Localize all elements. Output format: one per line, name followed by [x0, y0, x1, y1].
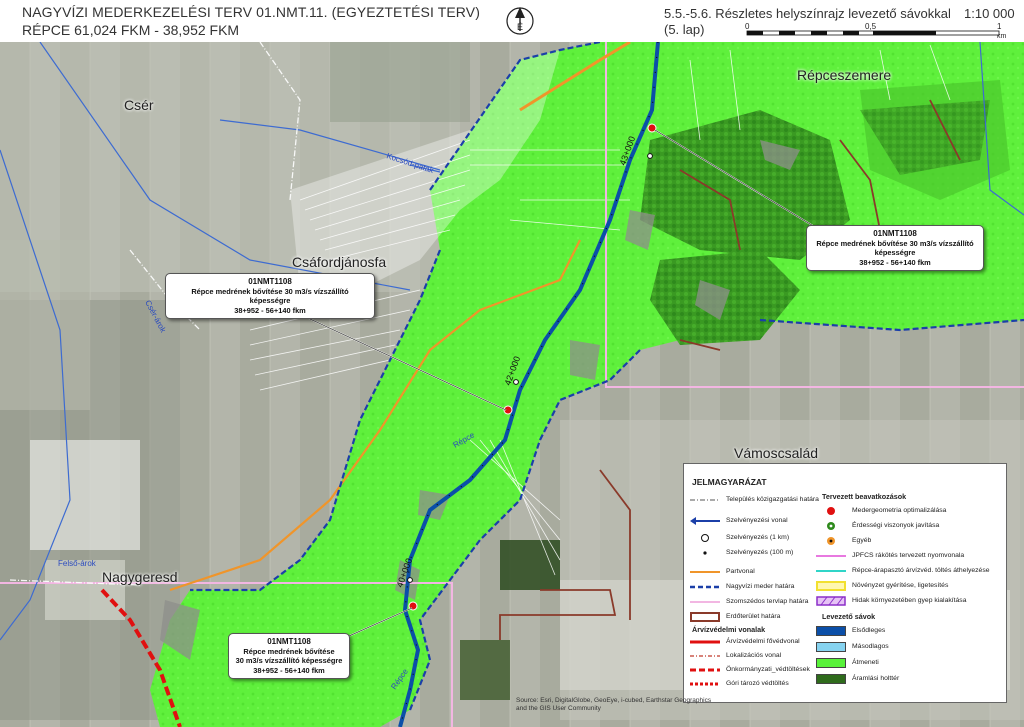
callout-intervention-1[interactable]: 01NMT1108 Répce medrének bővítése 30 m3/… — [806, 225, 984, 271]
forest-boundary-symbol-icon — [688, 611, 722, 622]
callout-code: 01NMT1108 — [873, 229, 917, 238]
legend-item-km-chainage: Szelvényezés (1 km) — [688, 532, 789, 543]
secondary-belt-swatch — [816, 641, 846, 652]
callout-code: 01NMT1108 — [267, 637, 311, 646]
place-label-nagygeresd: Nagygeresd — [102, 569, 178, 585]
callout-description: Répce medrének bővítése 30 m3/s vízszáll… — [816, 238, 974, 258]
legend-item-primary: Elsődleges — [814, 625, 885, 636]
legend-title: JELMAGYARÁZAT — [692, 477, 767, 487]
callout-description-2: 30 m3/s vízszállító képességre — [235, 656, 343, 665]
legend-item-other: Egyéb — [814, 535, 871, 546]
legend-item-transitional: Átmeneti — [814, 657, 879, 668]
adjacent-sheet-symbol-icon — [688, 597, 722, 607]
deadzone-belt-swatch — [816, 673, 846, 684]
chainage-line-symbol-icon — [688, 516, 722, 526]
primary-belt-swatch — [816, 625, 846, 636]
orange-dot-icon — [814, 536, 848, 546]
legend-heading-levees: Árvízvédelmi vonalak — [692, 625, 766, 634]
legend-item-forest-boundary: Erdőterület határa — [688, 611, 780, 622]
callout-intervention-2[interactable]: 01NMT1108 Répce medrének bővítése 30 m3/… — [165, 273, 375, 319]
north-label: É — [517, 22, 523, 32]
legend-item-100m-chainage: Szelvényezés (100 m) — [688, 547, 793, 558]
legend-item-secondary: Másodlagos — [814, 641, 889, 652]
legend-item-main-levee: Árvízvédelmi fővédvonal — [688, 636, 800, 647]
legend-item-shoreline: Partvonal — [688, 566, 755, 577]
scalebar-tick-0: 0 — [745, 22, 750, 31]
map-legend: JELMAGYARÁZAT Település közigazgatási ha… — [683, 463, 1007, 703]
legend-item-bridges: Hidak környezetében gyep kialakítása — [814, 595, 966, 606]
yellow-box-icon — [814, 580, 848, 591]
red-dot-icon — [814, 506, 848, 516]
legend-item-floodbed-boundary: Nagyvízi meder határa — [688, 581, 794, 592]
callout-code: 01NMT1108 — [248, 277, 292, 286]
plan-title: NAGYVÍZI MEDERKEZELÉSI TERV 01.NMT.11. (… — [22, 4, 480, 20]
legend-item-reservoir-levee: Góri tározó védtöltés — [688, 678, 789, 689]
callout-chainage: 38+952 - 56+140 fkm — [234, 305, 306, 315]
callout-chainage: 38+952 - 56+140 fkm — [859, 257, 931, 267]
legend-item-admin-boundary: Település közigazgatási határa — [688, 494, 819, 505]
municipal-levee-symbol-icon — [688, 665, 722, 675]
sheet-description: 5.5.-5.6. Részletes helyszínrajz levezet… — [664, 6, 951, 21]
legend-item-municipal-levee: Önkormányzati_védtöltések — [688, 664, 810, 675]
legend-heading-planned: Tervezett beavatkozások — [822, 492, 907, 501]
north-arrow-icon: É — [506, 7, 534, 35]
floodbed-boundary-symbol-icon — [688, 582, 722, 592]
callout-description: Répce medrének bővítése 30 m3/s vízszáll… — [191, 286, 349, 306]
reservoir-levee-symbol-icon — [688, 679, 722, 689]
legend-item-geometry: Medergeometria optimalizálása — [814, 505, 946, 516]
km-circle-symbol-icon — [688, 533, 722, 543]
river-section-title: RÉPCE 61,024 FKM - 38,952 FKM — [22, 22, 240, 38]
callout-description: Répce medrének bővítése — [243, 646, 335, 656]
transitional-belt-swatch — [816, 657, 846, 668]
localization-line-symbol-icon — [688, 651, 722, 661]
callout-intervention-3[interactable]: 01NMT1108 Répce medrének bővítése 30 m3/… — [228, 633, 350, 679]
legend-item-deadzone: Áramlási holttér — [814, 673, 899, 684]
scale-bar: 0 0,5 1 km — [745, 22, 1007, 40]
admin-boundary-symbol-icon — [688, 495, 722, 505]
legend-item-relocation: Répce-árapasztó árvízvéd. töltés áthelye… — [814, 565, 990, 576]
sheet-number: (5. lap) — [664, 22, 705, 37]
main-levee-symbol-icon — [688, 637, 722, 647]
legend-item-jpfcs: JPFCS rákötés tervezett nyomvonala — [814, 550, 964, 561]
callout-chainage: 38+952 - 56+140 fkm — [253, 665, 325, 675]
dot-symbol-icon — [688, 548, 722, 558]
place-label-csafordjanosfa: Csáfordjánosfa — [292, 254, 387, 270]
scalebar-tick-half: 0,5 — [865, 22, 877, 31]
legend-item-thinning: Növényzet gyérítése, ligetesítés — [814, 580, 948, 591]
map-scale: 1:10 000 — [964, 6, 1015, 21]
stream-label-felso-arok: Felső-árok — [58, 559, 97, 568]
legend-heading-belts: Levezető sávok — [822, 612, 876, 621]
purple-hatch-icon — [814, 595, 848, 606]
cyan-line-icon — [814, 566, 848, 576]
legend-item-adjacent-sheet: Szomszédos tervlap határa — [688, 596, 808, 607]
shoreline-symbol-icon — [688, 567, 722, 577]
green-dot-icon — [814, 521, 848, 531]
pink-line-icon — [814, 551, 848, 561]
map-source-credit: Source: Esri, DigitalGlobe, GeoEye, i-cu… — [516, 697, 712, 712]
place-label-vamoscsalad: Vámoscsalád — [734, 445, 819, 461]
map-header: NAGYVÍZI MEDERKEZELÉSI TERV 01.NMT.11. (… — [0, 0, 1024, 42]
legend-item-localization-line: Lokalizációs vonal — [688, 650, 781, 661]
legend-item-chainage-line: Szelvényezési vonal — [688, 515, 788, 526]
legend-item-roughness: Érdességi viszonyok javítása — [814, 520, 939, 531]
place-label-repceszemere: Répceszemere — [797, 67, 892, 83]
scalebar-tick-1: 1 — [997, 22, 1002, 31]
place-label-cser: Csér — [124, 97, 154, 113]
